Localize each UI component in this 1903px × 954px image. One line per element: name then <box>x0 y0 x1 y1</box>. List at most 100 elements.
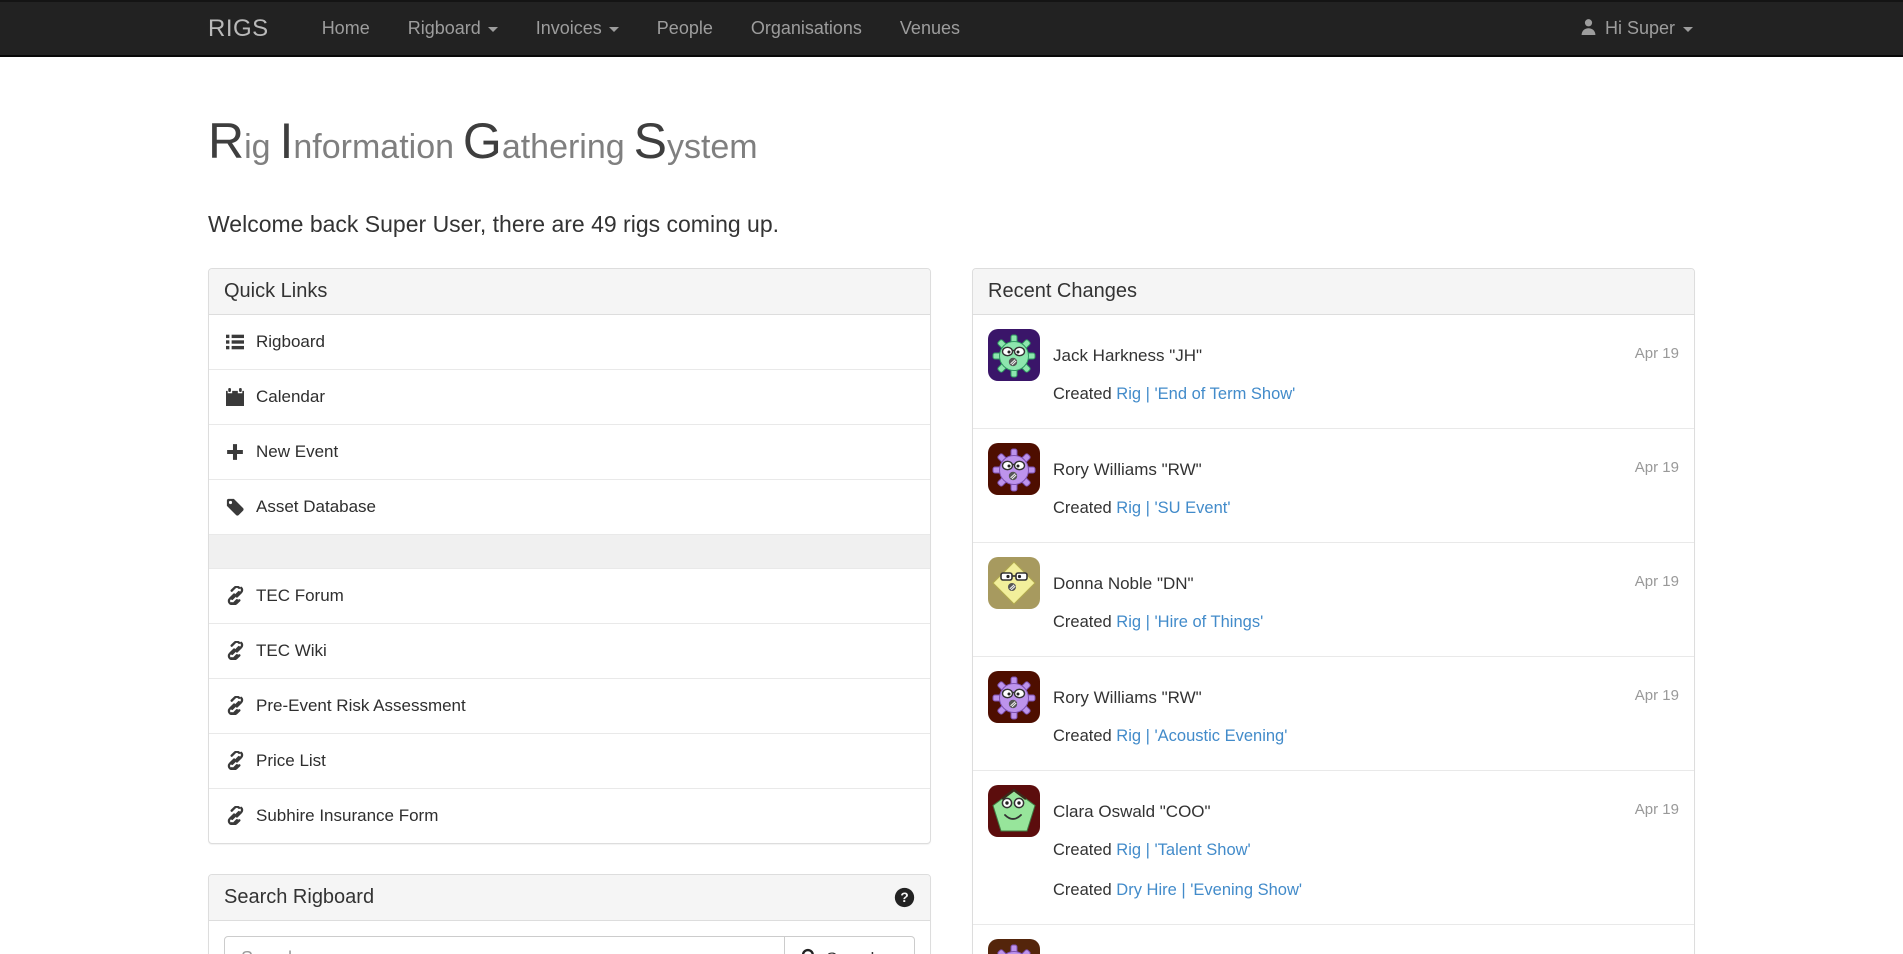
quick-links-list: Rigboard Calendar New Event Asset Database T… <box>209 315 930 843</box>
change-target-link[interactable]: Rig | 'Hire of Things' <box>1116 613 1263 631</box>
recent-change-line: Created Rig | 'Hire of Things' <box>1053 611 1679 633</box>
recent-changes-panel: Recent Changes Jack Harkness "JH"Created… <box>972 268 1695 954</box>
caret-down-icon <box>1683 27 1693 32</box>
tag-icon <box>224 498 246 516</box>
nav-item-venues[interactable]: Venues <box>881 2 979 55</box>
nav-item-label: Invoices <box>536 18 602 39</box>
user-menu-label: Hi Super <box>1605 18 1675 39</box>
search-rigboard-title: Search Rigboard <box>224 886 374 909</box>
recent-change-user-name: Rory Williams "RW" <box>1053 687 1679 709</box>
nav-item-rigboard[interactable]: Rigboard <box>389 2 517 55</box>
brand-rigs[interactable]: RIGS <box>208 15 269 43</box>
nav-item-label: Rigboard <box>408 18 481 39</box>
quick-link-calendar[interactable]: Calendar <box>209 369 930 424</box>
change-action: Created <box>1053 727 1112 745</box>
quick-links-heading: Quick Links <box>209 269 930 315</box>
plus-icon <box>224 443 246 461</box>
link-icon <box>224 806 246 825</box>
nav-item-people[interactable]: People <box>638 2 732 55</box>
nav-item-label: Venues <box>900 18 960 39</box>
nav-item-label: Home <box>322 18 370 39</box>
welcome-text: Welcome back Super User, there are 49 ri… <box>208 211 1695 238</box>
change-date: Apr 19 <box>1635 345 1679 362</box>
change-target-link[interactable]: Rig | 'SU Event' <box>1116 499 1230 517</box>
quick-link-pre-event-risk-assessment[interactable]: Pre-Event Risk Assessment <box>209 678 930 733</box>
user-menu[interactable]: Hi Super <box>1578 2 1695 55</box>
recent-change-item: Rory Williams "RW"Apr 19 <box>973 924 1694 954</box>
recent-change-line: Created Rig | 'SU Event' <box>1053 497 1679 519</box>
user-icon <box>1580 18 1597 40</box>
search-input[interactable] <box>224 936 785 954</box>
title-lead-letter: S <box>634 113 667 169</box>
change-date: Apr 19 <box>1635 573 1679 590</box>
calendar-icon <box>224 388 246 406</box>
change-date: Apr 19 <box>1635 801 1679 818</box>
change-action: Created <box>1053 881 1112 899</box>
change-target-link[interactable]: Rig | 'End of Term Show' <box>1116 385 1295 403</box>
recent-change-user-name: Donna Noble "DN" <box>1053 573 1679 595</box>
svg-text:?: ? <box>900 890 908 905</box>
change-action: Created <box>1053 499 1112 517</box>
quick-link-label: TEC Wiki <box>256 639 327 663</box>
recent-change-line: Created Rig | 'Acoustic Evening' <box>1053 725 1679 747</box>
search-button[interactable]: Search <box>785 936 915 954</box>
quick-link-label: Price List <box>256 749 326 773</box>
nav-item-label: People <box>657 18 713 39</box>
quick-link-rigboard[interactable]: Rigboard <box>209 315 930 369</box>
change-target-link[interactable]: Dry Hire | 'Evening Show' <box>1116 881 1302 899</box>
quick-link-tec-wiki[interactable]: TEC Wiki <box>209 623 930 678</box>
user-avatar <box>988 939 1040 954</box>
quick-link-tec-forum[interactable]: TEC Forum <box>209 568 930 623</box>
recent-change-item: Clara Oswald "COO" Created Rig | 'Talent … <box>973 770 1694 924</box>
quick-links-title: Quick Links <box>224 280 327 303</box>
quick-link-label: Calendar <box>256 385 325 409</box>
nav-item-label: Organisations <box>751 18 862 39</box>
quick-link-subhire-insurance-form[interactable]: Subhire Insurance Form <box>209 788 930 843</box>
title-lead-letter: G <box>463 113 502 169</box>
caret-down-icon <box>609 27 619 32</box>
quick-link-new-event[interactable]: New Event <box>209 424 930 479</box>
title-lead-letter: R <box>208 113 244 169</box>
title-rest-word: ystem <box>667 128 758 166</box>
quick-link-label: TEC Forum <box>256 584 344 608</box>
quick-links-separator <box>209 534 930 568</box>
quick-links-panel: Quick Links Rigboard Calendar New Event Ass… <box>208 268 931 844</box>
recent-changes-list: Jack Harkness "JH" Created Rig | 'End of … <box>973 315 1694 954</box>
recent-change-user-name: Clara Oswald "COO" <box>1053 801 1679 823</box>
question-circle-icon[interactable]: ? <box>894 887 915 908</box>
top-navbar: RIGS Home Rigboard Invoices People Organisat… <box>0 0 1903 57</box>
quick-link-label: Pre-Event Risk Assessment <box>256 694 466 718</box>
nav-item-invoices[interactable]: Invoices <box>517 2 638 55</box>
search-button-label: Search <box>826 949 880 954</box>
quick-link-label: Rigboard <box>256 330 325 354</box>
recent-change-user-name: Rory Williams "RW" <box>1053 459 1679 481</box>
user-avatar <box>988 557 1040 609</box>
nav-item-home[interactable]: Home <box>303 2 389 55</box>
recent-change-line: Created Dry Hire | 'Evening Show' <box>1053 879 1679 901</box>
recent-change-item: Donna Noble "DN" Created Rig | 'Hire of T… <box>973 542 1694 656</box>
main-nav: Home Rigboard Invoices People Organisations V… <box>303 2 979 55</box>
recent-change-line: Created Rig | 'Talent Show' <box>1053 839 1679 861</box>
change-target-link[interactable]: Rig | 'Talent Show' <box>1116 841 1250 859</box>
change-date: Apr 19 <box>1635 459 1679 476</box>
link-icon <box>224 696 246 715</box>
search-rigboard-heading: Search Rigboard ? <box>209 875 930 921</box>
change-target-link[interactable]: Rig | 'Acoustic Evening' <box>1116 727 1287 745</box>
quick-link-label: Asset Database <box>256 495 376 519</box>
user-avatar <box>988 785 1040 837</box>
quick-link-label: New Event <box>256 440 338 464</box>
title-rest-word: nformation <box>293 128 454 166</box>
nav-item-organisations[interactable]: Organisations <box>732 2 881 55</box>
page-title: Rig Information Gathering System <box>208 113 1695 171</box>
search-rigboard-panel: Search Rigboard ? <box>208 874 931 954</box>
quick-link-label: Subhire Insurance Form <box>256 804 438 828</box>
recent-change-item: Rory Williams "RW" Created Rig | 'Acousti… <box>973 656 1694 770</box>
change-date: Apr 19 <box>1635 687 1679 704</box>
quick-link-price-list[interactable]: Price List <box>209 733 930 788</box>
quick-link-asset-database[interactable]: Asset Database <box>209 479 930 534</box>
recent-change-user-name: Jack Harkness "JH" <box>1053 345 1679 367</box>
user-avatar <box>988 443 1040 495</box>
list-icon <box>224 333 246 351</box>
link-icon <box>224 586 246 605</box>
change-action: Created <box>1053 613 1112 631</box>
